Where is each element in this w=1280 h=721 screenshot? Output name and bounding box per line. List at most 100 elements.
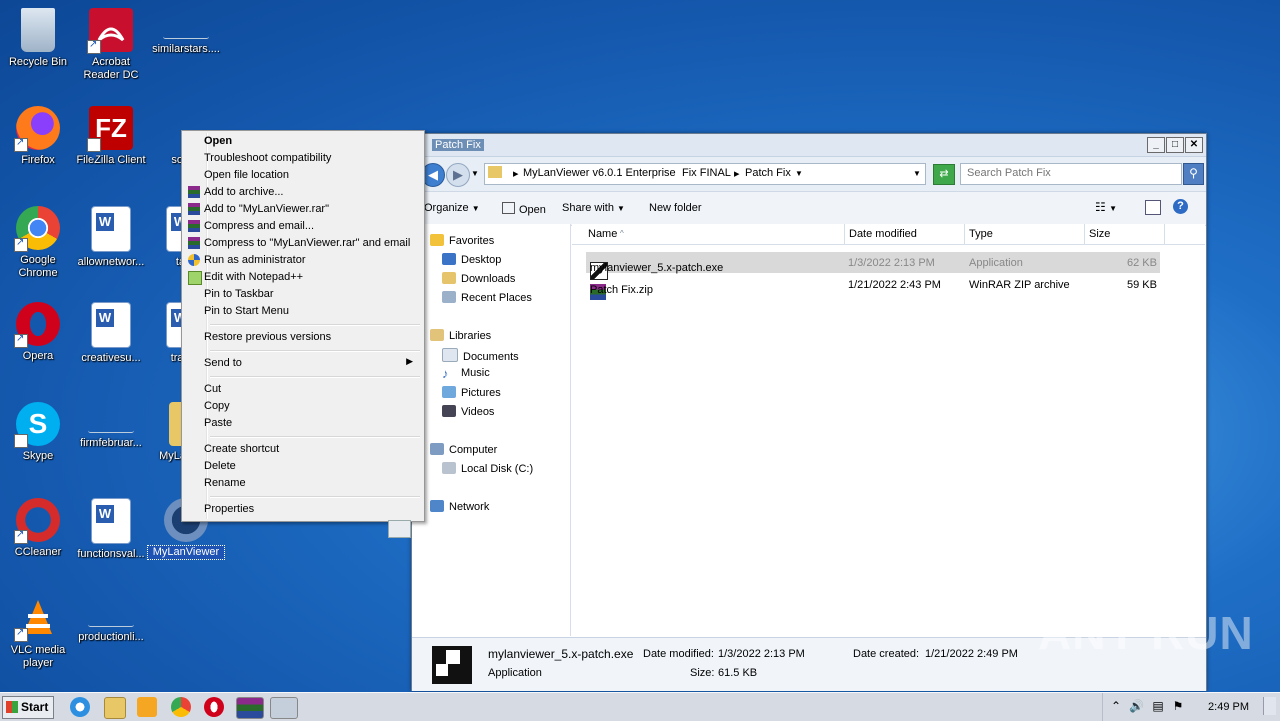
search-icon[interactable]: ⚲ <box>1183 163 1204 185</box>
taskbar: Start ⌃ 🔊 ▤ ⚑ 2:49 PM <box>0 692 1280 721</box>
column-header-date-modified[interactable]: Date modified <box>849 228 917 240</box>
breadcrumb-item[interactable]: MyLanViewer v6.0.1 Enterprise <box>523 167 676 179</box>
flag-icon[interactable]: ⚑ <box>1171 699 1185 713</box>
file-list[interactable]: Name ^ Date modified Type Size mylanview… <box>572 224 1205 636</box>
network-tray-icon[interactable]: ▤ <box>1151 699 1165 713</box>
menu-item-troubleshoot[interactable]: Troubleshoot compatibility <box>185 150 421 167</box>
menu-item-pin-start[interactable]: Pin to Start Menu <box>185 303 421 320</box>
menu-item-add-to-archive[interactable]: Add to archive... <box>185 184 421 201</box>
chrome-taskbar-icon[interactable] <box>171 697 191 717</box>
desktop-icon-productionli[interactable]: productionli... <box>73 596 149 644</box>
title-bar[interactable]: Patch Fix _ □ ✕ <box>412 134 1206 157</box>
organize-label: Organize <box>424 202 469 214</box>
organize-button[interactable]: Organize ▼ <box>424 202 480 214</box>
desktop-icon-similarstars[interactable]: similarstars.... <box>148 8 224 56</box>
desktop-icon-firmfebruar[interactable]: firmfebruar... <box>73 402 149 450</box>
menu-item-cut[interactable]: Cut <box>185 381 421 398</box>
desktop-icon-recycle-bin[interactable]: Recycle Bin <box>0 8 76 69</box>
menu-item-open-file-location[interactable]: Open file location <box>185 167 421 184</box>
nav-item-desktop[interactable]: Desktop <box>442 253 501 266</box>
desktop-icon-skype[interactable]: S Skype <box>0 402 76 476</box>
menu-item-edit-notepadpp[interactable]: Edit with Notepad++ <box>185 269 421 286</box>
file-icon <box>163 34 209 39</box>
open-button[interactable]: Open <box>502 202 546 216</box>
menu-item-run-as-admin[interactable]: Run as administrator <box>185 252 421 269</box>
refresh-button[interactable]: ⇄ <box>933 164 955 185</box>
internet-explorer-icon[interactable] <box>70 697 90 717</box>
desktop-icon-acrobat[interactable]: Acrobat Reader DC <box>73 8 149 82</box>
show-desktop-button[interactable] <box>1263 697 1276 715</box>
address-history-dropdown[interactable]: ▼ <box>913 169 921 178</box>
breadcrumb-item[interactable]: Patch Fix <box>745 167 791 179</box>
table-row[interactable]: mylanviewer_5.x-patch.exe 1/3/2022 2:13 … <box>586 252 1160 280</box>
menu-item-compress-email[interactable]: Compress and email... <box>185 218 421 235</box>
forward-button[interactable]: ▶ <box>446 163 470 187</box>
nav-item-recent-places[interactable]: Recent Places <box>442 291 532 304</box>
winrar-icon <box>188 220 200 232</box>
winrar-taskbar-icon[interactable] <box>236 697 264 719</box>
volume-icon[interactable]: 🔊 <box>1129 699 1144 713</box>
help-icon[interactable]: ? <box>1173 199 1188 214</box>
nav-favorites[interactable]: Favorites <box>430 234 494 247</box>
table-row[interactable]: Patch Fix.zip 1/21/2022 2:43 PM WinRAR Z… <box>586 274 1160 300</box>
opera-taskbar-icon[interactable] <box>204 697 224 717</box>
scrollbar-button[interactable] <box>388 520 411 538</box>
menu-item-copy[interactable]: Copy <box>185 398 421 415</box>
skype-icon: S <box>14 402 60 476</box>
desktop-icon-creativesu[interactable]: W creativesu... <box>73 302 149 365</box>
column-header-size[interactable]: Size <box>1089 228 1110 240</box>
maximize-button[interactable]: □ <box>1166 137 1184 153</box>
desktop-icon-filezilla[interactable]: FZ FileZilla Client <box>73 106 149 180</box>
menu-item-open[interactable]: Open <box>185 133 421 150</box>
desktop-icon-functionsval[interactable]: W functionsval... <box>73 498 149 561</box>
show-hidden-icons[interactable]: ⌃ <box>1109 699 1123 713</box>
close-button[interactable]: ✕ <box>1185 137 1203 153</box>
nav-item-videos[interactable]: Videos <box>442 405 494 418</box>
nav-computer[interactable]: Computer <box>430 443 497 456</box>
nav-item-documents[interactable]: Documents <box>442 348 519 363</box>
nav-network[interactable]: Network <box>430 500 489 513</box>
chevron-down-icon[interactable]: ▼ <box>795 169 803 178</box>
desktop-icon-ccleaner[interactable]: CCleaner <box>0 498 76 559</box>
menu-item-create-shortcut[interactable]: Create shortcut <box>185 441 421 458</box>
minimize-button[interactable]: _ <box>1147 137 1165 153</box>
start-button[interactable]: Start <box>2 696 54 719</box>
menu-item-rename[interactable]: Rename <box>185 475 421 492</box>
column-header-type[interactable]: Type <box>969 228 993 240</box>
nav-item-local-disk[interactable]: Local Disk (C:) <box>442 462 533 475</box>
system-tray: ⌃ 🔊 ▤ ⚑ 2:49 PM <box>1102 693 1280 721</box>
media-player-icon[interactable] <box>137 697 157 717</box>
menu-item-delete[interactable]: Delete <box>185 458 421 475</box>
search-input[interactable] <box>961 164 1169 182</box>
window-taskbar-icon[interactable] <box>270 697 298 719</box>
clock[interactable]: 2:49 PM <box>1208 701 1249 713</box>
menu-item-properties[interactable]: Properties <box>185 501 421 518</box>
desktop-icon-allownetwor[interactable]: W allownetwor... <box>73 206 149 269</box>
menu-item-restore-versions[interactable]: Restore previous versions <box>185 329 421 346</box>
desktop-icon-opera[interactable]: Opera <box>0 302 76 363</box>
nav-item-pictures[interactable]: Pictures <box>442 386 501 399</box>
search-box[interactable] <box>960 163 1182 185</box>
column-header-name[interactable]: Name <box>588 228 617 240</box>
desktop-icon-label: Firefox <box>21 154 55 166</box>
new-folder-button[interactable]: New folder <box>649 202 702 214</box>
preview-pane-icon[interactable] <box>1145 200 1161 215</box>
explorer-taskbar-icon[interactable] <box>104 697 126 719</box>
desktop-icon-chrome[interactable]: Google Chrome <box>0 206 76 280</box>
nav-item-music[interactable]: ♪ Music <box>442 367 490 380</box>
file-date: 1/21/2022 2:43 PM <box>848 279 941 291</box>
breadcrumb-item[interactable]: Fix FINAL <box>682 167 731 179</box>
desktop-icon-vlc[interactable]: VLC media player <box>0 596 76 670</box>
desktop-icon-firefox[interactable]: Firefox <box>0 106 76 167</box>
recent-pages-dropdown[interactable]: ▼ <box>471 169 479 178</box>
view-options-icon[interactable]: ☷ ▼ <box>1095 200 1117 214</box>
menu-item-pin-taskbar[interactable]: Pin to Taskbar <box>185 286 421 303</box>
share-with-button[interactable]: Share with ▼ <box>562 202 625 214</box>
menu-item-send-to[interactable]: Send to ▶ <box>185 355 421 372</box>
nav-libraries[interactable]: Libraries <box>430 329 491 342</box>
menu-item-add-to-rar[interactable]: Add to "MyLanViewer.rar" <box>185 201 421 218</box>
menu-item-paste[interactable]: Paste <box>185 415 421 432</box>
breadcrumb[interactable]: ▸ MyLanViewer v6.0.1 Enterprise Fix FINA… <box>484 163 926 185</box>
menu-item-compress-rar-email[interactable]: Compress to "MyLanViewer.rar" and email <box>185 235 421 252</box>
nav-item-downloads[interactable]: Downloads <box>442 272 515 285</box>
